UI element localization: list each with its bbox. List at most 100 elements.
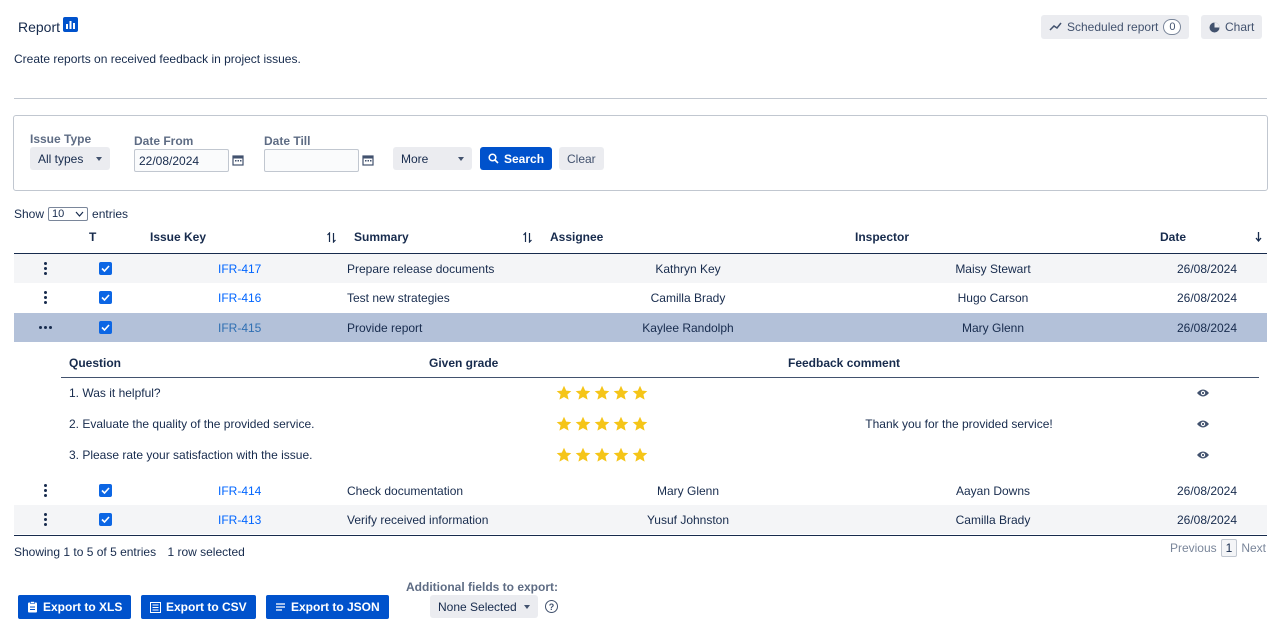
rows-selected-text: 1 row selected [167, 545, 245, 559]
star-icon [575, 385, 591, 400]
row-actions-menu[interactable] [39, 313, 52, 342]
clear-button[interactable]: Clear [559, 147, 604, 170]
question-cell: 2. Evaluate the quality of the provided … [69, 417, 315, 431]
date-cell: 26/08/2024 [1176, 512, 1238, 527]
chevron-down-icon [96, 156, 102, 161]
previous-page-button[interactable]: Previous [1170, 541, 1217, 555]
report-chart-icon [63, 17, 78, 32]
star-icon [632, 447, 648, 462]
row-checkbox[interactable] [99, 476, 112, 505]
issue-key-link[interactable]: IFR-414 [218, 476, 261, 505]
search-button[interactable]: Search [480, 147, 553, 170]
date-cell: 26/08/2024 [1176, 320, 1238, 335]
scheduled-report-label: Scheduled report [1067, 20, 1159, 34]
more-filters-label: More [401, 151, 429, 166]
issue-type-select[interactable]: All types [30, 147, 110, 170]
comment-cell: Thank you for the provided service! [865, 417, 1053, 431]
row-actions-menu[interactable] [43, 254, 47, 283]
inspector-cell: Hugo Carson [957, 290, 1029, 305]
more-vertical-icon [43, 262, 47, 275]
sort-desc-icon[interactable] [1255, 232, 1262, 242]
additional-fields-select[interactable]: None Selected [430, 595, 538, 618]
table-row[interactable]: IFR-416 Test new strategies Camilla Brad… [14, 283, 1267, 312]
table-row-selected[interactable]: IFR-415 Provide report Kaylee Randolph M… [14, 313, 1267, 342]
table-info: Showing 1 to 5 of 5 entries 1 row select… [14, 545, 245, 559]
star-icon [594, 416, 610, 431]
calendar-icon[interactable] [362, 154, 374, 166]
calendar-icon[interactable] [232, 154, 244, 166]
sort-icon[interactable] [523, 232, 532, 243]
page-number-button[interactable]: 1 [1220, 539, 1238, 557]
inspector-cell: Aayan Downs [955, 483, 1031, 498]
issue-key-link[interactable]: IFR-415 [218, 313, 261, 342]
row-checkbox[interactable] [99, 254, 112, 283]
star-icon [613, 447, 629, 462]
clipboard-icon [27, 601, 38, 613]
export-xls-button[interactable]: Export to XLS [18, 595, 132, 619]
comment-cell [759, 378, 1159, 408]
column-header-summary[interactable]: Summary [354, 230, 409, 244]
export-csv-button[interactable]: Export to CSV [141, 595, 256, 619]
document-lines-icon [275, 602, 286, 613]
question-cell: 3. Please rate your satisfaction with th… [69, 448, 313, 462]
entries-control: Show 10 entries [14, 207, 128, 221]
scheduled-count-badge: 0 [1163, 19, 1182, 35]
row-actions-menu[interactable] [43, 283, 47, 312]
page-title: Report [18, 19, 61, 35]
date-till-input[interactable] [264, 149, 359, 172]
chevron-down-icon [458, 156, 464, 161]
star-icon [632, 416, 648, 431]
export-csv-label: Export to CSV [166, 600, 247, 614]
summary-cell: Prepare release documents [347, 261, 495, 276]
star-icon [556, 416, 572, 431]
more-horizontal-icon [39, 326, 52, 329]
star-icon [575, 416, 591, 431]
table-bottom-divider [14, 535, 1267, 536]
export-json-button[interactable]: Export to JSON [266, 595, 389, 619]
list-icon [150, 601, 161, 613]
entries-value: 10 [52, 208, 65, 220]
date-till-label: Date Till [264, 134, 311, 148]
eye-icon[interactable] [1196, 440, 1210, 470]
more-filters-select[interactable]: More [393, 147, 472, 170]
pagination: Previous 1 Next [1170, 539, 1266, 557]
entries-select[interactable]: 10 [48, 207, 89, 221]
row-checkbox[interactable] [99, 313, 112, 342]
next-page-button[interactable]: Next [1241, 541, 1266, 555]
entries-suffix: entries [92, 207, 129, 221]
scheduled-report-button[interactable]: Scheduled report 0 [1041, 15, 1190, 39]
chart-button[interactable]: Chart [1201, 15, 1263, 39]
question-cell: 1. Was it helpful? [69, 386, 161, 400]
row-actions-menu[interactable] [43, 476, 47, 505]
summary-cell: Test new strategies [347, 290, 450, 305]
checkmark-icon [99, 484, 112, 497]
checkmark-icon [99, 321, 112, 334]
eye-icon[interactable] [1196, 378, 1210, 408]
table-row[interactable]: IFR-417 Prepare release documents Kathry… [14, 254, 1267, 283]
star-icon [575, 447, 591, 462]
checkmark-icon [99, 262, 112, 275]
column-header-issue-key[interactable]: Issue Key [150, 230, 206, 244]
issue-key-link[interactable]: IFR-413 [218, 505, 261, 534]
date-cell: 26/08/2024 [1176, 290, 1238, 305]
summary-cell: Provide report [347, 320, 423, 335]
date-from-input[interactable]: 22/08/2024 [134, 149, 229, 172]
table-row[interactable]: IFR-414 Check documentation Mary Glenn A… [14, 476, 1267, 505]
date-cell: 26/08/2024 [1176, 261, 1238, 276]
additional-fields-value: None Selected [438, 599, 517, 614]
row-actions-menu[interactable] [43, 505, 47, 534]
chevron-down-icon [75, 211, 84, 217]
feedback-row: 3. Please rate your satisfaction with th… [61, 440, 1259, 470]
row-checkbox[interactable] [99, 283, 112, 312]
table-row[interactable]: IFR-413 Verify received information Yusu… [14, 505, 1267, 534]
issue-key-link[interactable]: IFR-417 [218, 254, 261, 283]
more-vertical-icon [43, 513, 47, 526]
row-checkbox[interactable] [99, 505, 112, 534]
sort-icon[interactable] [327, 232, 336, 243]
assignee-cell: Kathryn Key [655, 261, 721, 276]
date-cell: 26/08/2024 [1176, 483, 1238, 498]
column-header-date[interactable]: Date [1160, 230, 1186, 244]
eye-icon[interactable] [1196, 409, 1210, 439]
help-icon[interactable]: ? [545, 600, 558, 613]
issue-key-link[interactable]: IFR-416 [218, 283, 261, 312]
